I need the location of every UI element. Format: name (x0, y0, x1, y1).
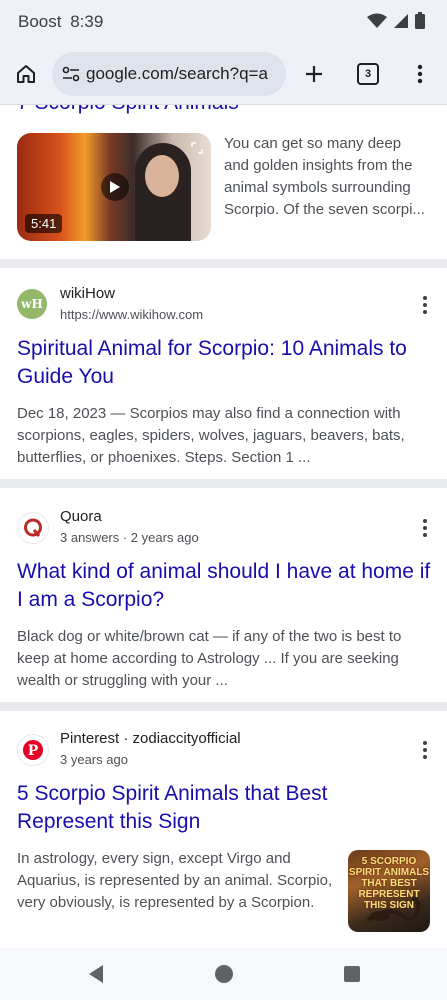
status-bar: Boost 8:39 (0, 0, 447, 44)
status-carrier-time: Boost 8:39 (18, 12, 103, 32)
tab-switcher-button[interactable]: 3 (350, 56, 386, 92)
site-info-icon (62, 66, 80, 82)
home-button[interactable] (8, 56, 44, 92)
result-title-link[interactable]: 5 Scorpio Spirit Animals that Best Repre… (17, 780, 417, 836)
result-divider (0, 702, 447, 711)
result-snippet: Dec 18, 2023 — Scorpios may also find a … (17, 405, 405, 466)
expand-button[interactable] (191, 141, 203, 159)
signal-icon (394, 13, 408, 28)
quora-favicon (17, 512, 49, 544)
result-meta: 3 answers · 2 years ago (60, 530, 199, 545)
recents-button[interactable] (340, 962, 364, 986)
pinterest-logo-icon: P (23, 740, 43, 760)
wifi-icon (367, 13, 387, 28)
more-icon-dot (423, 303, 427, 307)
more-icon-dot (423, 741, 427, 745)
result-site-name[interactable]: Quora (60, 508, 102, 525)
back-icon (89, 965, 103, 983)
url-text[interactable]: google.com/search?q=a (86, 64, 268, 84)
video-snippet: You can get so many deep and golden insi… (224, 135, 425, 218)
svg-text:P: P (28, 743, 39, 759)
more-icon-dot (423, 519, 427, 523)
menu-icon (417, 64, 423, 84)
result-site-name[interactable]: wikiHow (60, 285, 115, 302)
result-divider (0, 479, 447, 488)
back-button[interactable] (84, 962, 108, 986)
home-nav-button[interactable] (212, 962, 236, 986)
result-more-button[interactable] (415, 516, 435, 540)
video-thumbnail[interactable]: 5:41 (17, 133, 211, 241)
pinterest-favicon: P (17, 734, 49, 766)
home-nav-icon (215, 965, 233, 983)
more-icon-dot (423, 296, 427, 300)
play-button[interactable] (101, 173, 129, 201)
expand-icon (191, 142, 203, 154)
recents-icon (344, 966, 360, 982)
more-icon-dot (423, 310, 427, 314)
new-tab-button[interactable] (296, 56, 332, 92)
browser-menu-button[interactable] (402, 56, 438, 92)
result-more-button[interactable] (415, 293, 435, 317)
quora-logo-icon (24, 518, 42, 537)
result-title-link[interactable]: What kind of animal should I have at hom… (17, 558, 437, 614)
site-info-button[interactable] (62, 66, 80, 82)
result-site-name[interactable]: Pinterest · zodiaccityofficial (60, 730, 241, 747)
system-nav-bar (0, 948, 447, 1000)
result-divider (0, 259, 447, 268)
more-icon-dot (423, 755, 427, 759)
browser-toolbar: google.com/search?q=a 3 (0, 44, 447, 105)
result-meta: 3 years ago (60, 752, 128, 767)
result-title-link[interactable]: Spiritual Animal for Scorpio: 10 Animals… (17, 335, 432, 391)
wikihow-favicon: wH (17, 289, 47, 319)
clock: 8:39 (70, 12, 104, 31)
more-icon-dot (423, 533, 427, 537)
scorpion-illustration-icon (366, 896, 421, 922)
result-snippet: In astrology, every sign, except Virgo a… (17, 850, 333, 911)
more-icon-dot (423, 526, 427, 530)
search-results: 7 Scorpio Spirit Animals 5:41 You can ge… (0, 105, 447, 947)
play-icon (110, 181, 120, 193)
video-result-title[interactable]: 7 Scorpio Spirit Animals (17, 105, 239, 115)
video-duration: 5:41 (25, 214, 63, 233)
carrier-label: Boost (18, 12, 62, 31)
more-icon-dot (423, 748, 427, 752)
status-icons (367, 12, 425, 29)
wikihow-favicon-text: wH (21, 297, 43, 311)
tab-switcher-icon: 3 (357, 63, 379, 85)
result-url[interactable]: https://www.wikihow.com (60, 307, 203, 322)
new-tab-icon (306, 66, 322, 82)
battery-icon (415, 12, 425, 29)
result-thumbnail[interactable]: 5 SCORPIO SPIRIT ANIMALS THAT BEST REPRE… (348, 850, 430, 932)
result-more-button[interactable] (415, 738, 435, 762)
thumbnail-figure-face (145, 155, 179, 197)
result-snippet: Black dog or white/brown cat — if any of… (17, 628, 402, 689)
home-icon (17, 65, 35, 83)
address-bar[interactable]: google.com/search?q=a (52, 52, 286, 96)
